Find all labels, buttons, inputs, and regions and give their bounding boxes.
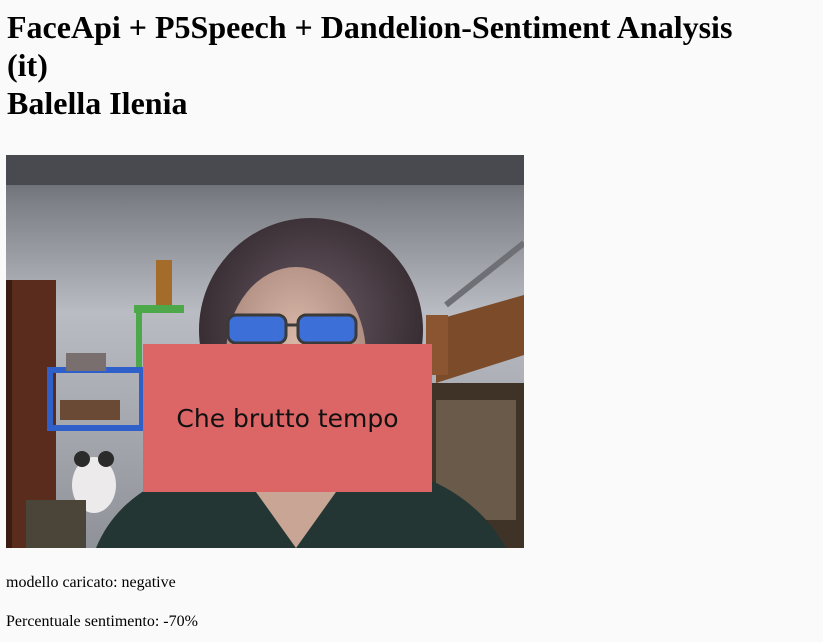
speech-text: Che brutto tempo — [176, 403, 399, 433]
green-shelf — [134, 305, 184, 313]
ceiling — [6, 155, 524, 185]
glasses-right-lens — [296, 313, 358, 345]
model-status-value: negative — [121, 574, 176, 591]
model-status: modello caricato: negative — [6, 574, 176, 592]
page-title: FaceApi + P5Speech + Dandelion-Sentiment… — [7, 8, 732, 122]
sentiment-value: -70% — [163, 613, 198, 630]
title-line-1: FaceApi + P5Speech + Dandelion-Sentiment… — [7, 9, 733, 45]
author-name: Balella Ilenia — [7, 85, 188, 121]
title-line-2: (it) — [7, 47, 48, 83]
sentiment-label: Percentuale sentimento: — [6, 613, 160, 630]
glasses-left-lens — [226, 313, 288, 345]
speech-text-box: Che brutto tempo — [143, 344, 432, 492]
model-status-label: modello caricato: — [6, 574, 118, 591]
tall-bottle — [156, 260, 172, 305]
sentiment-status: Percentuale sentimento: -70% — [6, 613, 198, 631]
webcam-canvas: Che brutto tempo — [6, 155, 524, 548]
